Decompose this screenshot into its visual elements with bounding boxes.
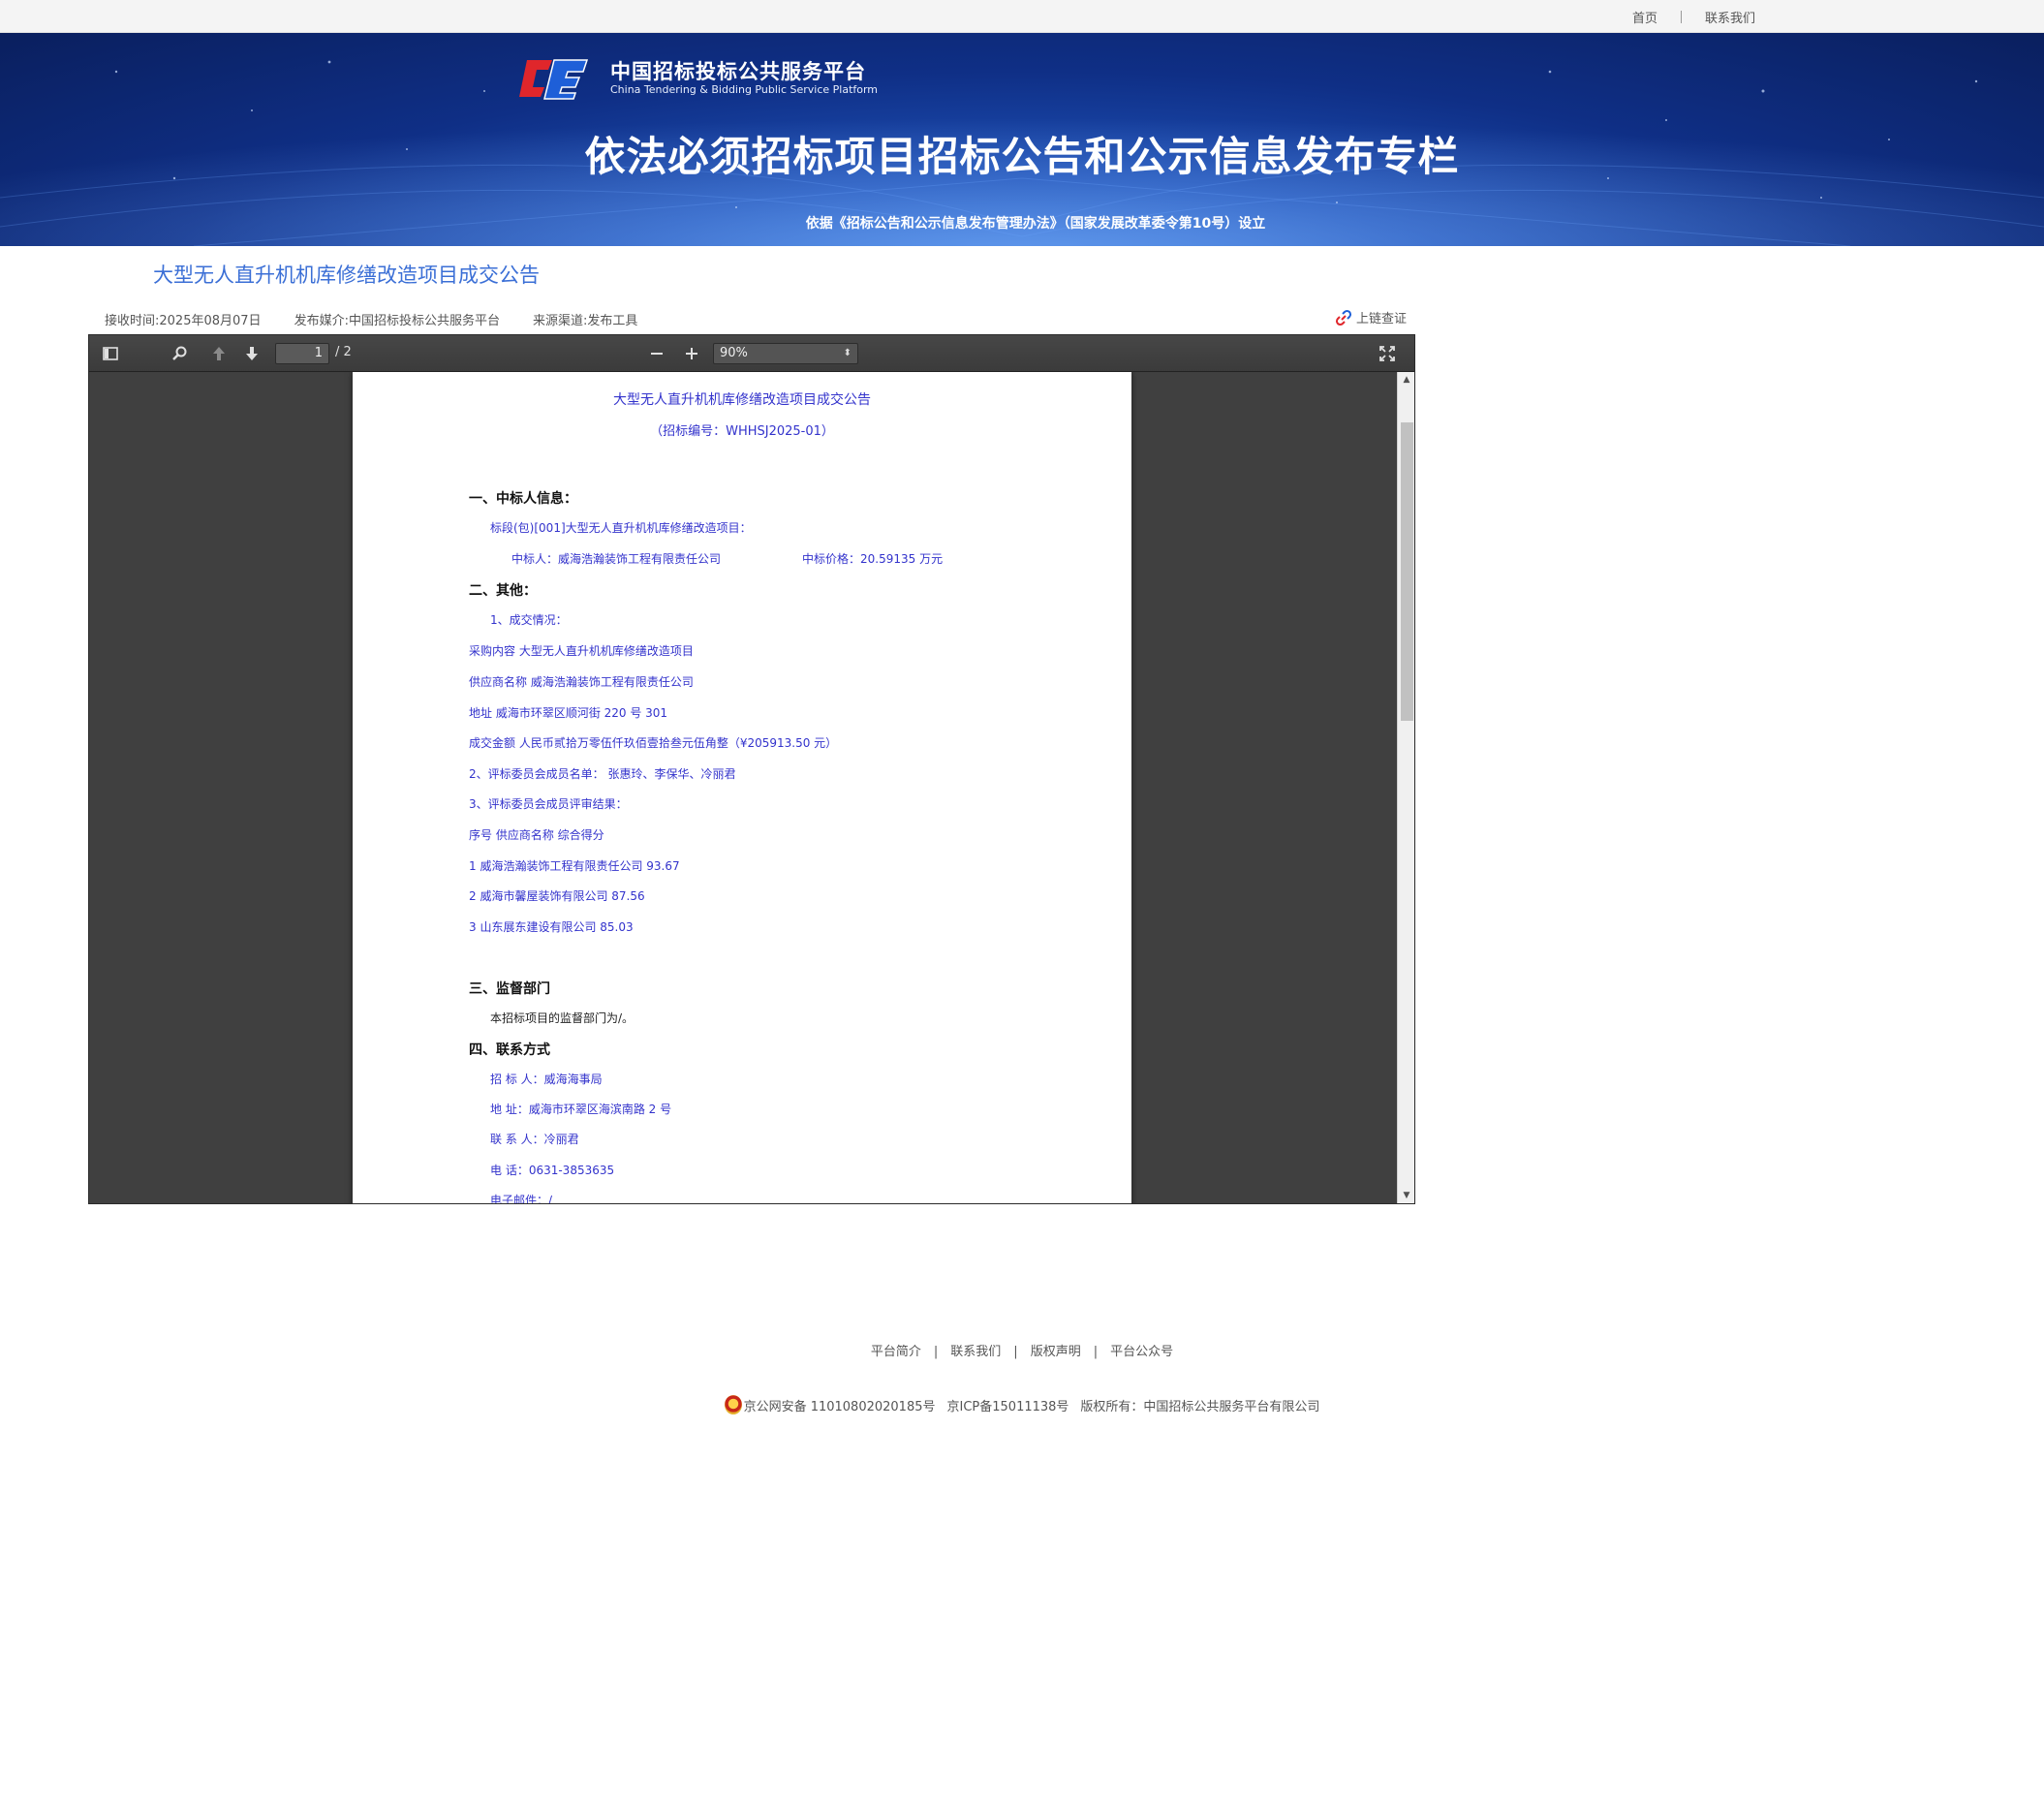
footer-divider: | (933, 1345, 939, 1359)
committee-line: 2、评标委员会成员名单： 张惠玲、李保华、冷丽君 (469, 767, 736, 781)
footer-divider: | (1013, 1345, 1018, 1359)
banner-title-text: 依法必须招标项目招标公告和公示信息发布专栏 (584, 133, 1460, 180)
pdf-document-area[interactable]: 大型无人直升机机库修缮改造项目成交公告 （招标编号：WHHSJ2025-01） … (89, 372, 1399, 1203)
page-total: / 2 (335, 345, 352, 359)
police-badge-icon (724, 1395, 742, 1414)
pdf-scrollbar[interactable]: ▲ ▼ (1397, 372, 1414, 1203)
footer-copyright: 京公网安备 11010802020185号 京ICP备15011138号 版权所… (0, 1395, 2044, 1414)
sidebar-toggle-icon[interactable] (101, 344, 120, 363)
banner-title: 依法必须招标项目招标公告和公示信息发布专栏 (0, 124, 2044, 183)
footer-link-wechat[interactable]: 平台公众号 (1110, 1345, 1173, 1359)
scroll-thumb[interactable] (1401, 422, 1413, 721)
deal-line: 1、成交情况： (490, 613, 568, 627)
address-line: 地址 威海市环翠区顺河街 220 号 301 (469, 706, 668, 720)
pdf-title: 大型无人直升机机库修缮改造项目成交公告 (613, 392, 871, 408)
result-row: 2 威海市馨屋装饰有限公司 87.56 (469, 889, 645, 903)
zoom-value: 90% (720, 346, 748, 360)
amount-line: 成交金额 人民币贰拾万零伍仟玖佰壹拾叁元伍角整（¥205913.50 元） (469, 736, 838, 750)
police-record-text: 京公网安备 11010802020185号 (743, 1399, 936, 1414)
section-other-heading: 二、其他： (469, 583, 537, 599)
source-channel: 来源渠道:发布工具 (532, 314, 638, 328)
logo-title-cn: 中国招标投标公共服务平台 (610, 60, 866, 83)
contact-tenderer: 招 标 人：威海海事局 (490, 1072, 603, 1086)
zoom-select[interactable]: 90% ⬍ (713, 343, 858, 364)
chain-verify-label: 上链查证 (1356, 312, 1408, 326)
footer-links: 平台简介 | 联系我们 | 版权声明 | 平台公众号 (0, 1341, 2044, 1359)
pdf-toolbar: 1 / 2 90% ⬍ (89, 335, 1414, 372)
article-meta: 接收时间:2025年08月07日 发布媒介:中国招标投标公共服务平台 来源渠道:… (105, 310, 637, 328)
icp-record-link[interactable]: 京ICP备15011138号 (947, 1396, 1069, 1414)
logo-title-en: China Tendering & Bidding Public Service… (610, 83, 879, 96)
pdf-page: 大型无人直升机机库修缮改造项目成交公告 （招标编号：WHHSJ2025-01） … (353, 372, 1131, 1203)
banner-subtitle-text: 依据《招标公告和公示信息发布管理办法》（国家发展改革委令第10号）设立 (805, 216, 1266, 232)
chain-verify-link[interactable]: 上链查证 (1335, 308, 1407, 326)
publish-media: 发布媒介:中国招标投标公共服务平台 (294, 314, 500, 328)
prev-page-icon[interactable] (209, 344, 229, 363)
chain-link-icon (1335, 309, 1352, 326)
results-header: 序号 供应商名称 综合得分 (469, 828, 604, 842)
supervise-line: 本招标项目的监督部门为/。 (490, 1011, 635, 1025)
home-link[interactable]: 首页 (1632, 8, 1657, 26)
scroll-up-arrow-icon[interactable]: ▲ (1398, 372, 1415, 388)
winner-price: 中标价格：20.59135 万元 (802, 552, 944, 566)
top-bar: 首页 联系我们 (0, 0, 2044, 33)
banner-subtitle: 依据《招标公告和公示信息发布管理办法》（国家发展改革委令第10号）设立 (0, 213, 2044, 233)
section-winner-heading: 一、中标人信息： (469, 491, 577, 507)
zoom-out-icon[interactable] (647, 344, 666, 363)
results-line: 3、评标委员会成员评审结果： (469, 797, 628, 811)
search-icon[interactable] (170, 344, 190, 363)
result-row: 3 山东展东建设有限公司 85.03 (469, 920, 634, 934)
zoom-in-icon[interactable] (682, 344, 701, 363)
platform-logo-icon (519, 59, 589, 100)
select-arrows-icon: ⬍ (843, 348, 852, 358)
police-record-link[interactable]: 京公网安备 11010802020185号 (724, 1395, 936, 1414)
contact-link[interactable]: 联系我们 (1705, 8, 1755, 26)
scroll-down-arrow-icon[interactable]: ▼ (1398, 1188, 1415, 1203)
page-number-input[interactable]: 1 (275, 343, 329, 364)
contact-phone: 电 话：0631-3853635 (490, 1164, 615, 1177)
footer-link-about[interactable]: 平台简介 (871, 1345, 921, 1359)
header-banner: 中国招标投标公共服务平台 China Tendering & Bidding P… (0, 33, 2044, 246)
contact-email: 电子邮件：/ (490, 1194, 553, 1203)
footer-link-contact[interactable]: 联系我们 (950, 1345, 1001, 1359)
winner-line: 中标人：威海浩瀚装饰工程有限责任公司 (511, 552, 722, 566)
lot-line: 标段(包)[001]大型无人直升机机库修缮改造项目： (490, 521, 752, 535)
supplier-line: 供应商名称 威海浩瀚装饰工程有限责任公司 (469, 675, 694, 689)
article-title: 大型无人直升机机库修缮改造项目成交公告 (153, 264, 540, 287)
contact-address: 地 址：威海市环翠区海滨南路 2 号 (490, 1103, 672, 1116)
section-contact-heading: 四、联系方式 (469, 1042, 550, 1058)
contact-person: 联 系 人：冷丽君 (490, 1133, 579, 1146)
received-time: 接收时间:2025年08月07日 (105, 314, 262, 328)
pdf-viewer: 1 / 2 90% ⬍ 大型无人直升机机库修缮改造项目成交公告 （招标编号：WH… (88, 334, 1415, 1204)
next-page-icon[interactable] (242, 344, 262, 363)
pdf-tender-code: （招标编号：WHHSJ2025-01） (650, 424, 834, 439)
footer-divider: | (1093, 1345, 1099, 1359)
nav-divider (1680, 10, 1682, 23)
top-nav: 首页 联系我们 (1632, 0, 1755, 33)
fullscreen-icon[interactable] (1378, 344, 1397, 363)
content-line: 采购内容 大型无人直升机机库修缮改造项目 (469, 644, 694, 658)
copyright-text: 版权所有：中国招标公共服务平台有限公司 (1080, 1399, 1320, 1414)
footer-link-copyright[interactable]: 版权声明 (1031, 1345, 1081, 1359)
section-supervise-heading: 三、监督部门 (469, 981, 550, 997)
result-row: 1 威海浩瀚装饰工程有限责任公司 93.67 (469, 859, 680, 873)
